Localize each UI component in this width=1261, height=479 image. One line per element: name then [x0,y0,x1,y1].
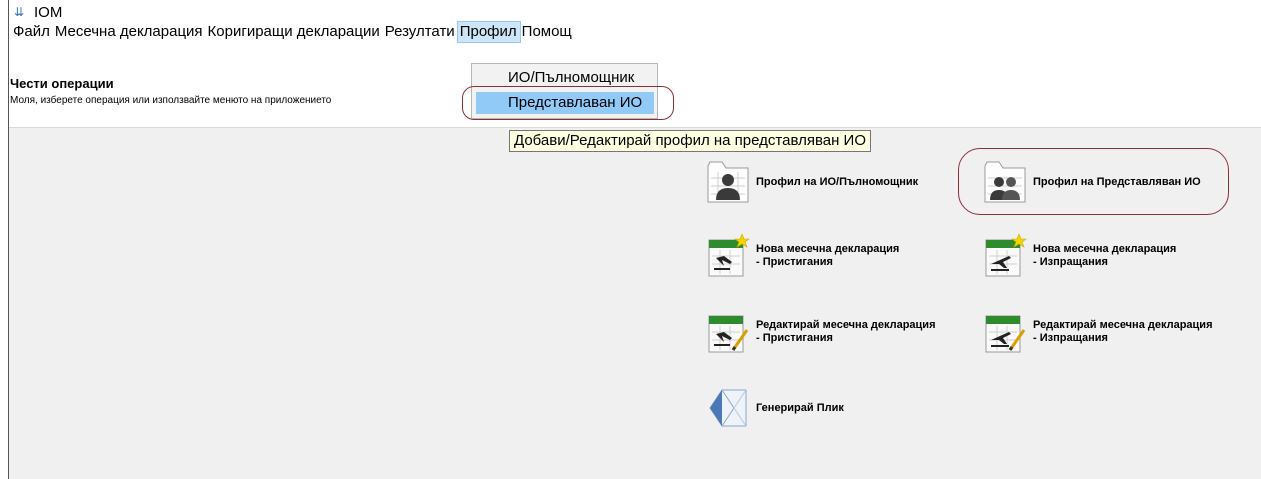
edit-arrivals-declaration-icon [706,310,750,354]
tile-generate-envelope[interactable]: Генерирай Плик [706,386,844,430]
menu-help[interactable]: Помощ [520,22,575,42]
tile-label-line2: - Изпращания [1033,256,1108,268]
tile-label-line1: Нова месечна декларация [756,243,900,255]
generate-envelope-icon [706,386,750,430]
menu-results[interactable]: Резултати [383,22,458,42]
menu-monthly-declaration[interactable]: Месечна декларация [53,22,206,42]
dropdown-highlight-ring [462,86,674,120]
menu-file[interactable]: Файл [11,22,53,42]
profile-single-icon [706,160,750,204]
chevron-double-down-icon[interactable]: ⇊ [14,5,28,19]
new-arrivals-declaration-icon [706,233,750,278]
title-bar: ⇊ IOM [14,2,62,22]
tooltip: Добави/Редактирай профил на представлява… [509,130,871,152]
tile-label: Редактирай месечна декларация - Пристига… [756,319,936,345]
tile-label: Редактирай месечна декларация - Изпращан… [1033,319,1213,345]
tile-new-declaration-dispatches[interactable]: Нова месечна декларация - Изпращания [983,233,1176,278]
tile-label-line1: Редактирай месечна декларация [1033,319,1213,331]
tile-label: Профил на ИО/Пълномощник [756,176,918,189]
tile-highlight-ring [958,148,1229,215]
tile-label: Нова месечна декларация - Пристигания [756,243,899,269]
tile-label-line1: Нова месечна декларация [1033,243,1177,255]
tile-new-declaration-arrivals[interactable]: Нова месечна декларация - Пристигания [706,233,899,278]
menu-profile[interactable]: Профил [456,21,521,43]
app-title: IOM [34,3,63,21]
tile-label-line1: Профил на ИО/Пълномощник [756,175,919,188]
tile-edit-declaration-dispatches[interactable]: Редактирай месечна декларация - Изпращан… [983,310,1213,354]
tile-label-line1: Редактирай месечна декларация [756,319,936,331]
new-dispatches-declaration-icon [983,233,1027,278]
tile-label-line2: - Изпращания [1033,332,1108,344]
page-title: Чести операции [10,76,114,91]
tile-edit-declaration-arrivals[interactable]: Редактирай месечна декларация - Пристига… [706,310,936,354]
menu-corrective-declarations[interactable]: Коригиращи декларации [206,22,383,42]
page-subtitle: Моля, изберете операция или използвайте … [10,95,332,106]
tile-label: Генерирай Плик [756,402,844,415]
page-header: Чести операции Моля, изберете операция и… [10,76,331,106]
tile-label-line2: - Пристигания [756,256,833,268]
tile-label-line1: Генерирай Плик [756,401,844,414]
tile-label-line2: - Пристигания [756,332,833,344]
edit-dispatches-declaration-icon [983,310,1027,354]
tile-label: Нова месечна декларация - Изпращания [1033,243,1176,269]
menu-bar: Файл Месечна декларация Коригиращи декла… [11,21,575,43]
tile-io-agent-profile[interactable]: Профил на ИО/Пълномощник [706,160,918,204]
